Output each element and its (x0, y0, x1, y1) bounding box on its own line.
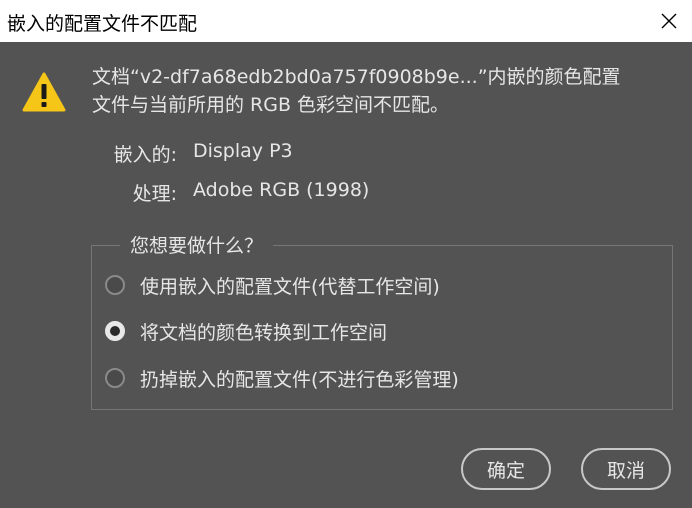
mismatch-message: 文档“v2-df7a68edb2bd0a757f0908b9e...”内嵌的颜色… (92, 63, 672, 119)
title-bar: 嵌入的配置文件不匹配 (0, 0, 692, 42)
option-use-embedded-label: 使用嵌入的配置文件(代替工作空间) (140, 275, 440, 298)
warning-icon (22, 72, 66, 112)
radio-discard-embedded[interactable] (105, 368, 125, 388)
options-legend: 您想要做什么？ (120, 231, 274, 258)
option-discard-embedded[interactable]: 扔掉嵌入的配置文件(不进行色彩管理) (105, 363, 459, 393)
dialog-body: 文档“v2-df7a68edb2bd0a757f0908b9e...”内嵌的颜色… (0, 42, 692, 508)
cancel-button[interactable]: 取消 (581, 448, 671, 490)
radio-use-embedded[interactable] (105, 275, 125, 295)
handling-value: Adobe RGB (1998) (193, 179, 370, 201)
ok-button[interactable]: 确定 (461, 448, 551, 490)
close-button[interactable] (646, 0, 692, 42)
embedded-label: 嵌入的: (113, 144, 177, 166)
message-line-2: 文件与当前所用的 RGB 色彩空间不匹配。 (92, 94, 450, 116)
close-icon (661, 13, 677, 29)
option-convert-to-working-label: 将文档的颜色转换到工作空间 (140, 321, 388, 344)
option-convert-to-working[interactable]: 将文档的颜色转换到工作空间 (105, 316, 387, 346)
option-discard-embedded-label: 扔掉嵌入的配置文件(不进行色彩管理) (140, 368, 459, 391)
window-title: 嵌入的配置文件不匹配 (7, 13, 198, 35)
message-line-1: 文档“v2-df7a68edb2bd0a757f0908b9e...”内嵌的颜色… (92, 66, 621, 88)
embedded-value: Display P3 (193, 140, 293, 162)
radio-convert-to-working[interactable] (105, 321, 125, 341)
option-use-embedded[interactable]: 使用嵌入的配置文件(代替工作空间) (105, 270, 440, 300)
handling-label: 处理: (132, 183, 177, 205)
